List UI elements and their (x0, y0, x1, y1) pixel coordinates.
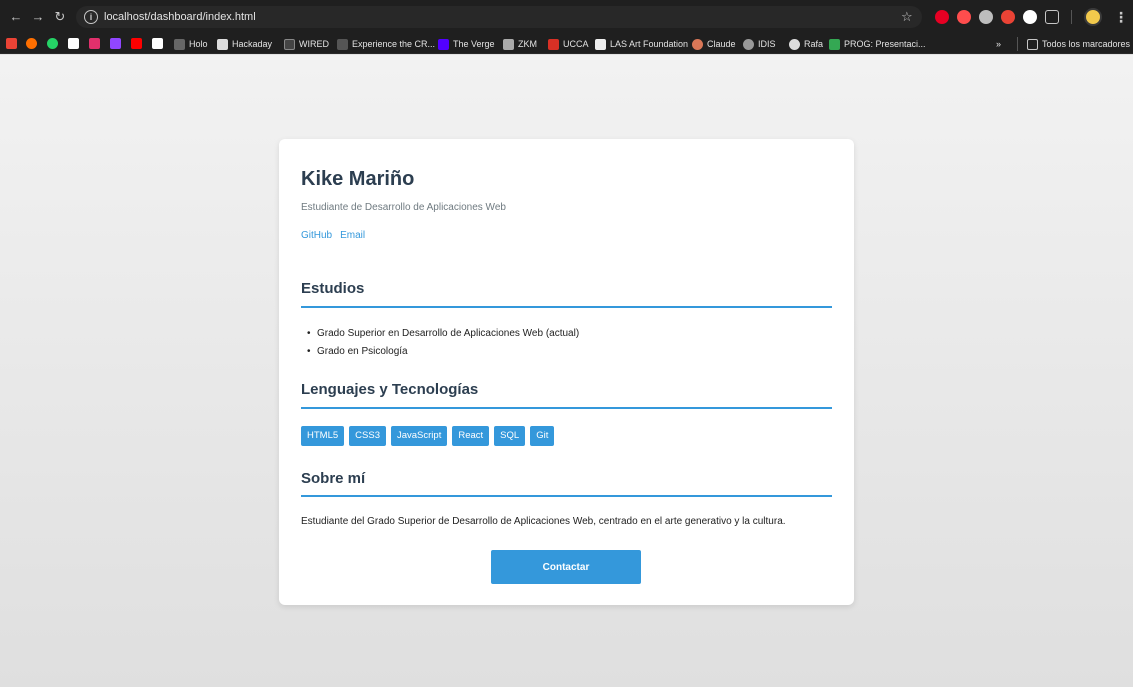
list-item: • Grado Superior en Desarrollo de Aplicac… (307, 328, 580, 339)
page-viewport: Kike Mariño Estudiante de Desarrollo de … (0, 55, 1133, 687)
forward-icon[interactable]: → (30, 9, 46, 25)
about-divider (301, 495, 832, 497)
bookmark-holo[interactable]: Holo (174, 36, 208, 52)
profile-card: Kike Mariño Estudiante de Desarrollo de … (279, 139, 854, 605)
bookmark-favicon (548, 38, 559, 50)
extension-icon[interactable] (957, 10, 971, 24)
toolbar-divider (1071, 10, 1072, 24)
about-text: Estudiante del Grado Superior de Desarro… (301, 516, 786, 527)
whatsapp-bookmark-icon[interactable] (47, 38, 58, 49)
bookmark-rafa[interactable]: Rafa (789, 36, 823, 52)
bookmark-favicon (438, 38, 449, 50)
contact-button[interactable]: Contactar (491, 550, 641, 584)
tech-tag: React (452, 426, 490, 446)
bookmark-favicon (284, 38, 295, 50)
youtube-bookmark-icon[interactable] (131, 38, 142, 49)
bookmark-favicon (503, 38, 514, 50)
browser-toolbar: ← → ↻ i localhost/dashboard/index.html ☆… (0, 0, 1133, 34)
bookmark-favicon (337, 38, 348, 50)
back-icon[interactable]: ← (8, 9, 24, 25)
bookmark-las-art-foundation[interactable]: LAS Art Foundation (595, 36, 688, 52)
tech-divider (301, 407, 832, 409)
bookmark-favicon (829, 38, 840, 50)
reload-icon[interactable]: ↻ (52, 9, 68, 25)
tech-tag: SQL (494, 426, 526, 446)
kebab-menu-icon[interactable]: ⋮ (1114, 8, 1128, 26)
bookmark-ucca[interactable]: UCCA (548, 36, 589, 52)
bookmark-experience[interactable]: Experience the CR... (337, 36, 435, 52)
profile-name: Kike Mariño (301, 168, 415, 190)
all-bookmarks-folder[interactable]: Todos los marcadores (1027, 36, 1130, 52)
bookmark-idis[interactable]: IDIS (743, 36, 776, 52)
bookmark-claude[interactable]: Claude (692, 36, 736, 52)
x-bookmark-icon[interactable] (68, 38, 79, 49)
folder-icon (1027, 38, 1038, 50)
bookmark-favicon (743, 38, 754, 50)
instagram-bookmark-icon[interactable] (89, 38, 100, 49)
studies-heading: Estudios (301, 280, 365, 297)
gmail-bookmark-icon[interactable] (6, 38, 17, 49)
bookmark-prog[interactable]: PROG: Presentaci... (829, 36, 926, 52)
bookmark-hackaday[interactable]: Hackaday (217, 36, 272, 52)
tech-tag: HTML5 (301, 426, 345, 446)
tech-heading: Lenguajes y Tecnologías (301, 381, 479, 398)
studies-divider (301, 306, 832, 308)
reddit-bookmark-icon[interactable] (26, 38, 37, 49)
puzzle-extensions-icon[interactable] (1045, 10, 1059, 24)
studies-list: • Grado Superior en Desarrollo de Aplicac… (307, 325, 579, 361)
github-link[interactable]: GitHub (301, 230, 332, 242)
tech-tag: CSS3 (349, 426, 386, 446)
amazon-bookmark-icon[interactable] (152, 38, 163, 49)
site-info-icon[interactable]: i (84, 10, 98, 24)
bookmark-wired[interactable]: WIRED (284, 36, 329, 52)
address-url: localhost/dashboard/index.html (104, 11, 256, 23)
email-link[interactable]: Email (340, 230, 365, 242)
profile-avatar-icon[interactable] (1084, 8, 1102, 26)
camera-extension-icon[interactable] (979, 10, 993, 24)
bookmark-star-icon[interactable]: ☆ (901, 9, 913, 25)
bookmark-favicon (217, 38, 228, 50)
tech-tag: Git (530, 426, 555, 446)
bookmarks-bar: Holo Hackaday WIRED Experience the CR...… (0, 34, 1133, 54)
address-bar[interactable]: i localhost/dashboard/index.html (76, 6, 922, 28)
about-heading: Sobre mí (301, 470, 366, 487)
bookmark-favicon (595, 38, 606, 50)
bookmark-zkm[interactable]: ZKM (503, 36, 537, 52)
profile-subtitle: Estudiante de Desarrollo de Aplicaciones… (301, 202, 506, 213)
tech-tags: HTML5 CSS3 JavaScript React SQL Git (301, 426, 555, 446)
pinterest-extension-icon[interactable] (935, 10, 949, 24)
twitch-bookmark-icon[interactable] (110, 38, 121, 49)
list-item: • Grado en Psicología (307, 346, 408, 357)
bookmark-favicon (692, 38, 703, 50)
github-icon (789, 38, 800, 50)
bookmark-favicon (174, 38, 185, 50)
profile-links: GitHub Email (301, 230, 365, 242)
bookmark-the-verge[interactable]: The Verge (438, 36, 495, 52)
bookmarks-overflow-button[interactable]: » (996, 36, 1001, 52)
extension-icon[interactable] (1023, 10, 1037, 24)
tech-tag: JavaScript (390, 426, 448, 446)
extension-icon[interactable] (1001, 10, 1015, 24)
bookmarks-divider (1017, 37, 1018, 51)
